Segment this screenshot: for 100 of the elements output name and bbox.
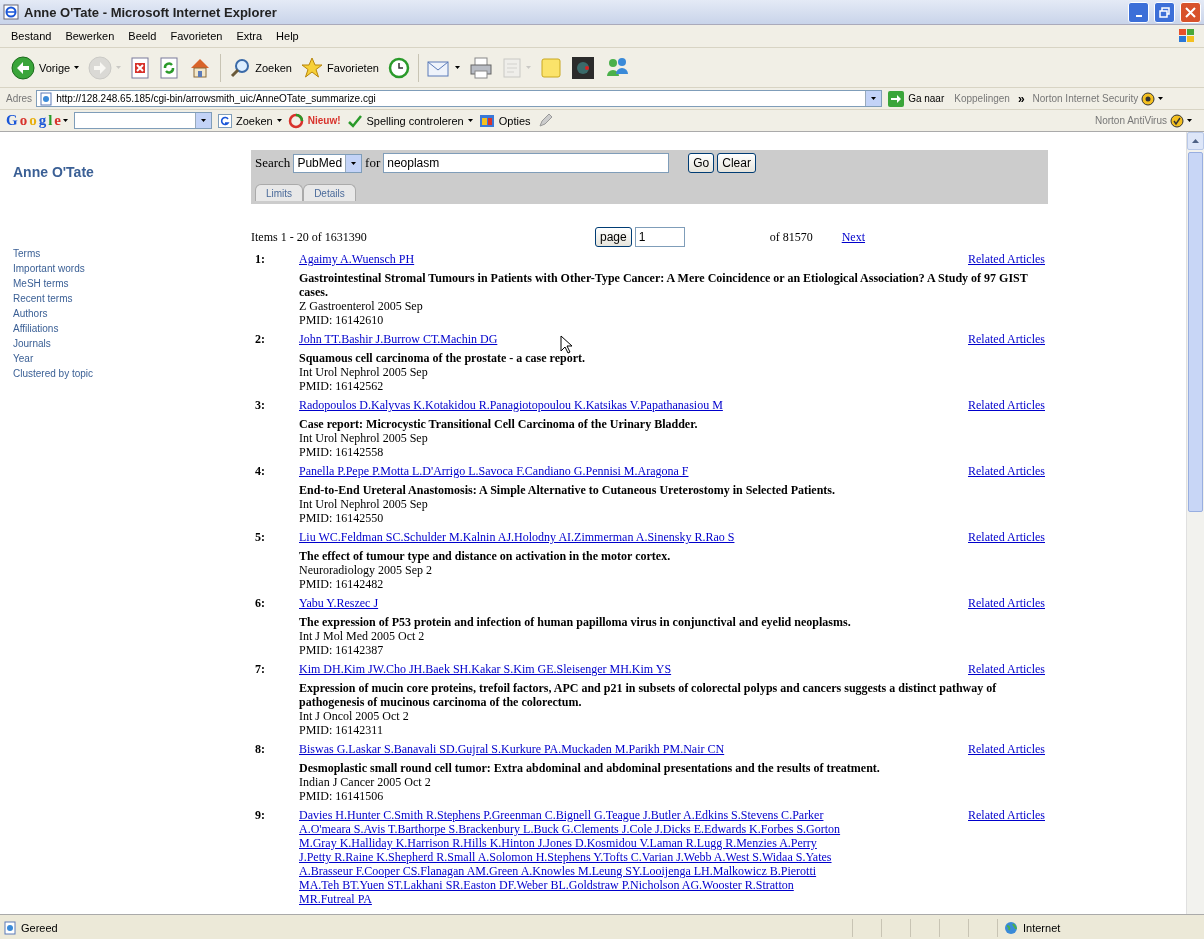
- page-field[interactable]: 1: [634, 227, 685, 247]
- menu-item[interactable]: Bewerken: [58, 30, 122, 42]
- refresh-icon: [159, 56, 180, 79]
- nav-link[interactable]: Journals: [13, 336, 251, 351]
- close-icon: [1185, 6, 1196, 18]
- address-field[interactable]: http://128.248.65.185/cgi-bin/arrowsmith_uic/AnneOTate_summarize.cgi: [36, 90, 883, 107]
- for-label: for: [365, 155, 381, 171]
- next-link[interactable]: Next: [841, 229, 866, 245]
- menu-item[interactable]: Favorieten: [163, 30, 230, 42]
- more-chevron[interactable]: »: [1013, 91, 1029, 106]
- author-list-link[interactable]: Davies H.Hunter C.Smith R.Stephens P.Greenman C.Bignell G.Teague J.Butler A.Edkins S.Stevens C.Parker A.O'meara S.Avis T.Barthorpe S.Brackenbury L.Buck G.Clements J.Cole J.Dicks E.Edwards K.Forbes S.Gorton M.Gray K.Halliday K.Harrison R.Hills K.Hinton J.Jones D.Kosmidou V.Laman R.Lugg R.Menzies A.Perry J.Petty R.Raine K.Shepherd R.Small A.Solomon H.Stephens Y.Tofts C.Varian J.Webb A.West S.Widaa S.Yates A.Brasseur F.Cooper CS.Flanagan AM.Green A.Knowles M.Leung SY.Looijenga LH.Malkowicz B.Pierotti MA.Teh BT.Yuen ST.Lakhani SR.Easton DF.Weber BL.Goldstraw P.Nicholson AG.Wooster R.Stratton MR.Futreal PA: [299, 808, 844, 906]
- norton-icon: [1170, 113, 1184, 128]
- scroll-up-button[interactable]: [1187, 132, 1204, 150]
- norton-toolbar-button[interactable]: Norton Internet Security: [1032, 91, 1164, 106]
- globe-icon: [1004, 921, 1018, 935]
- window-title: Anne O'Tate - Microsoft Internet Explorer: [24, 4, 278, 20]
- journal-citation: Int Urol Nephrol 2005 Sep: [299, 365, 429, 379]
- google-logo[interactable]: Google: [6, 112, 68, 129]
- stop-icon: [130, 56, 151, 79]
- scrollbar-thumb[interactable]: [1188, 152, 1203, 512]
- up-arrow-icon: [1192, 139, 1199, 143]
- result-number: 3:: [254, 398, 266, 412]
- article-title: The expression of P53 protein and infection of human papilloma virus in conjunctival and eyelid neoplasms.: [299, 615, 852, 629]
- related-articles-link[interactable]: Related Articles: [968, 530, 1048, 544]
- nav-link[interactable]: Recent terms: [13, 291, 251, 306]
- antivirus-button[interactable]: Norton AntiVirus: [1094, 113, 1192, 128]
- page-button[interactable]: page: [595, 227, 632, 247]
- query-field[interactable]: neoplasm: [383, 153, 670, 173]
- toolbar-button[interactable]: Zoeken: [226, 54, 295, 81]
- nav-link[interactable]: MeSH terms: [13, 276, 251, 291]
- caret-icon: [201, 119, 206, 122]
- swirl-icon: [287, 112, 304, 129]
- related-articles-link[interactable]: Related Articles: [968, 398, 1048, 412]
- caret-icon: [116, 66, 122, 69]
- related-articles-link[interactable]: Related Articles: [968, 808, 1048, 822]
- news-button[interactable]: Nieuw!: [287, 112, 341, 129]
- article-title: Gastrointestinal Stromal Tumours in Patients with Other-Type Cancer: A Mere Coincidence or an Etiological Association? A Study of 97 GIST cases.: [299, 271, 1029, 299]
- site-title: Anne O'Tate: [13, 164, 95, 180]
- related-articles-link[interactable]: Related Articles: [968, 596, 1048, 610]
- go-button[interactable]: Go: [688, 153, 715, 173]
- related-articles-link[interactable]: Related Articles: [968, 662, 1048, 676]
- google-search-field[interactable]: [74, 112, 212, 129]
- author-list-link[interactable]: Kim DH.Kim JW.Cho JH.Baek SH.Kakar S.Kim GE.Sleisenger MH.Kim YS: [299, 662, 672, 676]
- address-label: Adres: [6, 93, 33, 104]
- author-list-link[interactable]: John TT.Bashir J.Burrow CT.Machin DG: [299, 332, 498, 346]
- toolbar-button[interactable]: Favorieten: [297, 54, 382, 81]
- tab[interactable]: Limits: [255, 184, 304, 201]
- pmid-text: PMID: 16142387: [299, 643, 385, 657]
- pmid-text: PMID: 16142562: [299, 379, 385, 393]
- author-list-link[interactable]: Yabu Y.Reszec J: [299, 596, 379, 610]
- database-select[interactable]: PubMed: [293, 153, 363, 173]
- toolbar-button[interactable]: Vorige: [8, 53, 83, 82]
- close-button[interactable]: [1180, 1, 1201, 23]
- article-title: Squamous cell carcinoma of the prostate - a case report.: [299, 351, 586, 365]
- spelling-button[interactable]: Spelling controleren: [346, 113, 473, 128]
- menu-item[interactable]: Extra: [229, 30, 270, 42]
- clear-button[interactable]: Clear: [717, 153, 756, 173]
- google-search-button[interactable]: Zoeken: [218, 113, 282, 128]
- result-number: 7:: [254, 662, 266, 676]
- nav-link[interactable]: Year: [13, 351, 251, 366]
- pmid-text: PMID: 16142558: [299, 445, 385, 459]
- tab[interactable]: Details: [303, 184, 356, 201]
- windows-logo-icon: [1178, 28, 1196, 44]
- related-articles-link[interactable]: Related Articles: [968, 742, 1048, 756]
- caret-icon: [351, 161, 357, 165]
- document-icon: [501, 56, 522, 79]
- author-list-link[interactable]: Radopoulos D.Kalyvas K.Kotakidou R.Panagiotopoulou K.Katsikas V.Papathanasiou M: [299, 398, 723, 412]
- options-button[interactable]: Opties: [478, 112, 531, 129]
- related-articles-link[interactable]: Related Articles: [968, 252, 1048, 266]
- related-articles-link[interactable]: Related Articles: [968, 332, 1048, 346]
- page-icon: [3, 921, 17, 935]
- caret-icon: [871, 97, 877, 100]
- menu-item[interactable]: Bestand: [4, 30, 59, 42]
- nav-link[interactable]: Affiliations: [13, 321, 251, 336]
- nav-link[interactable]: Clustered by topic: [13, 366, 251, 381]
- author-list-link[interactable]: Agaimy A.Wuensch PH: [299, 252, 415, 266]
- security-zone: Internet: [997, 919, 1204, 937]
- star-icon: [300, 56, 323, 79]
- related-articles-link[interactable]: Related Articles: [968, 464, 1048, 478]
- maximize-button[interactable]: [1154, 1, 1175, 23]
- pencil-icon[interactable]: [536, 112, 553, 129]
- nav-link[interactable]: Authors: [13, 306, 251, 321]
- nav-link[interactable]: Terms: [13, 246, 251, 261]
- article-title: Desmoplastic small round cell tumor: Extra abdominal and abdominal presentations and the results of treatment.: [299, 761, 881, 775]
- caret-icon: [74, 66, 80, 69]
- author-list-link[interactable]: Panella P.Pepe P.Motta L.D'Arrigo L.Savoca F.Candiano G.Pennisi M.Aragona F: [299, 464, 689, 478]
- minimize-button[interactable]: [1128, 1, 1149, 23]
- result-number: 2:: [254, 332, 266, 346]
- maximize-icon: [1159, 6, 1170, 18]
- author-list-link[interactable]: Biswas G.Laskar S.Banavali SD.Gujral S.Kurkure PA.Muckaden M.Parikh PM.Nair CN: [299, 742, 725, 756]
- go-button[interactable]: Ga naar: [886, 90, 951, 107]
- nav-link[interactable]: Important words: [13, 261, 251, 276]
- article-title: Expression of mucin core proteins, trefoil factors, APC and p21 in subsets of colorectal polyps and cancers suggests a distinct pathway of pathogenesis of mucinous carcinoma of the colorectum.: [299, 681, 998, 709]
- menu-item[interactable]: Beeld: [121, 30, 164, 42]
- menu-item[interactable]: Help: [269, 30, 306, 42]
- pmid-text: PMID: 16142311: [299, 723, 384, 737]
- page-icon: [39, 91, 54, 106]
- author-list-link[interactable]: Liu WC.Feldman SC.Schulder M.Kalnin AJ.Holodny AI.Zimmerman A.Sinensky R.Rao S: [299, 530, 735, 544]
- caret-icon: [454, 66, 460, 69]
- links-label[interactable]: Koppelingen: [954, 93, 1010, 104]
